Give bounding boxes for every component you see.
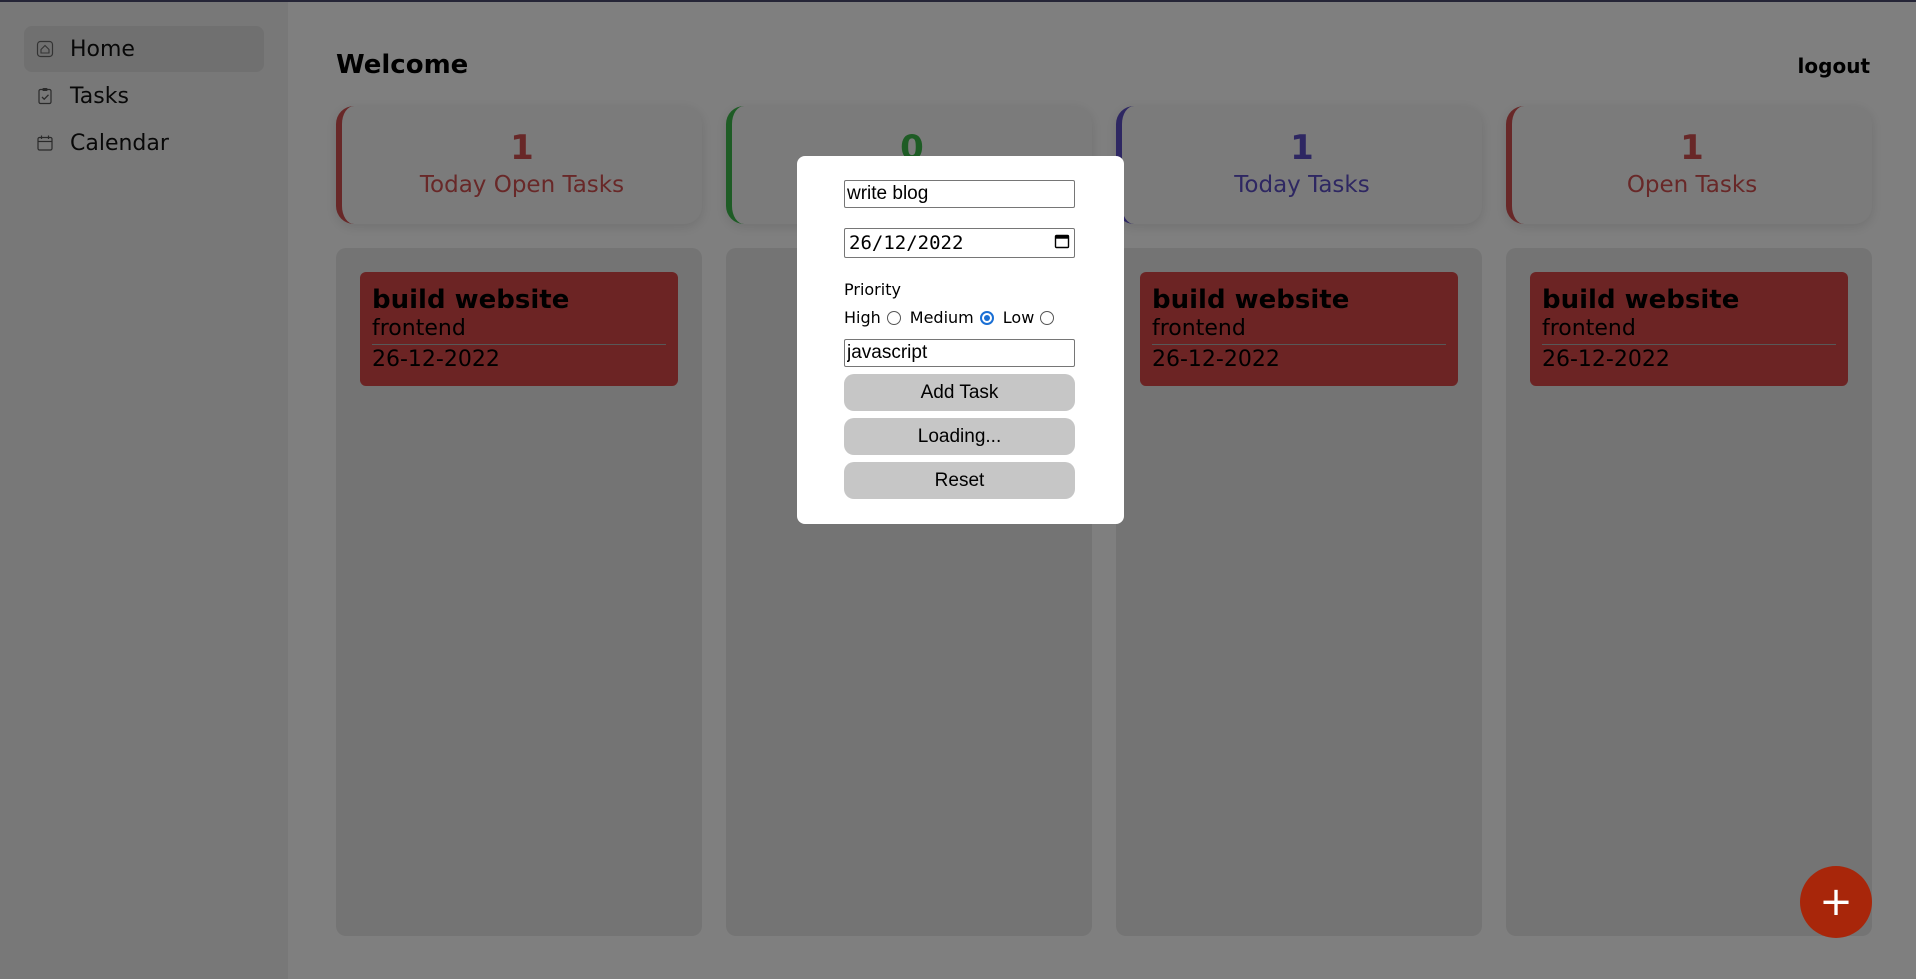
priority-high-radio[interactable] — [886, 310, 901, 325]
calendar-picker-icon[interactable] — [1054, 232, 1070, 254]
due-date-value: 26/12/2022 — [849, 232, 964, 254]
priority-medium-radio[interactable] — [979, 310, 994, 325]
due-date-input[interactable]: 26/12/2022 — [844, 228, 1075, 258]
priority-radio-group: High Medium Low — [844, 308, 1063, 327]
task-title-input[interactable] — [844, 180, 1075, 208]
add-task-modal: 26/12/2022 Priority High Medium Low Add … — [797, 156, 1124, 524]
priority-medium-label: Medium — [909, 308, 974, 327]
priority-label: Priority — [844, 280, 901, 299]
add-task-button[interactable]: Add Task — [844, 374, 1075, 411]
reset-button[interactable]: Reset — [844, 462, 1075, 499]
loading-button[interactable]: Loading... — [844, 418, 1075, 455]
priority-low-label: Low — [1002, 308, 1035, 327]
task-tag-input[interactable] — [844, 339, 1075, 367]
priority-high-label: High — [844, 308, 881, 327]
priority-low-radio[interactable] — [1040, 310, 1055, 325]
add-task-fab[interactable]: + — [1800, 866, 1872, 938]
